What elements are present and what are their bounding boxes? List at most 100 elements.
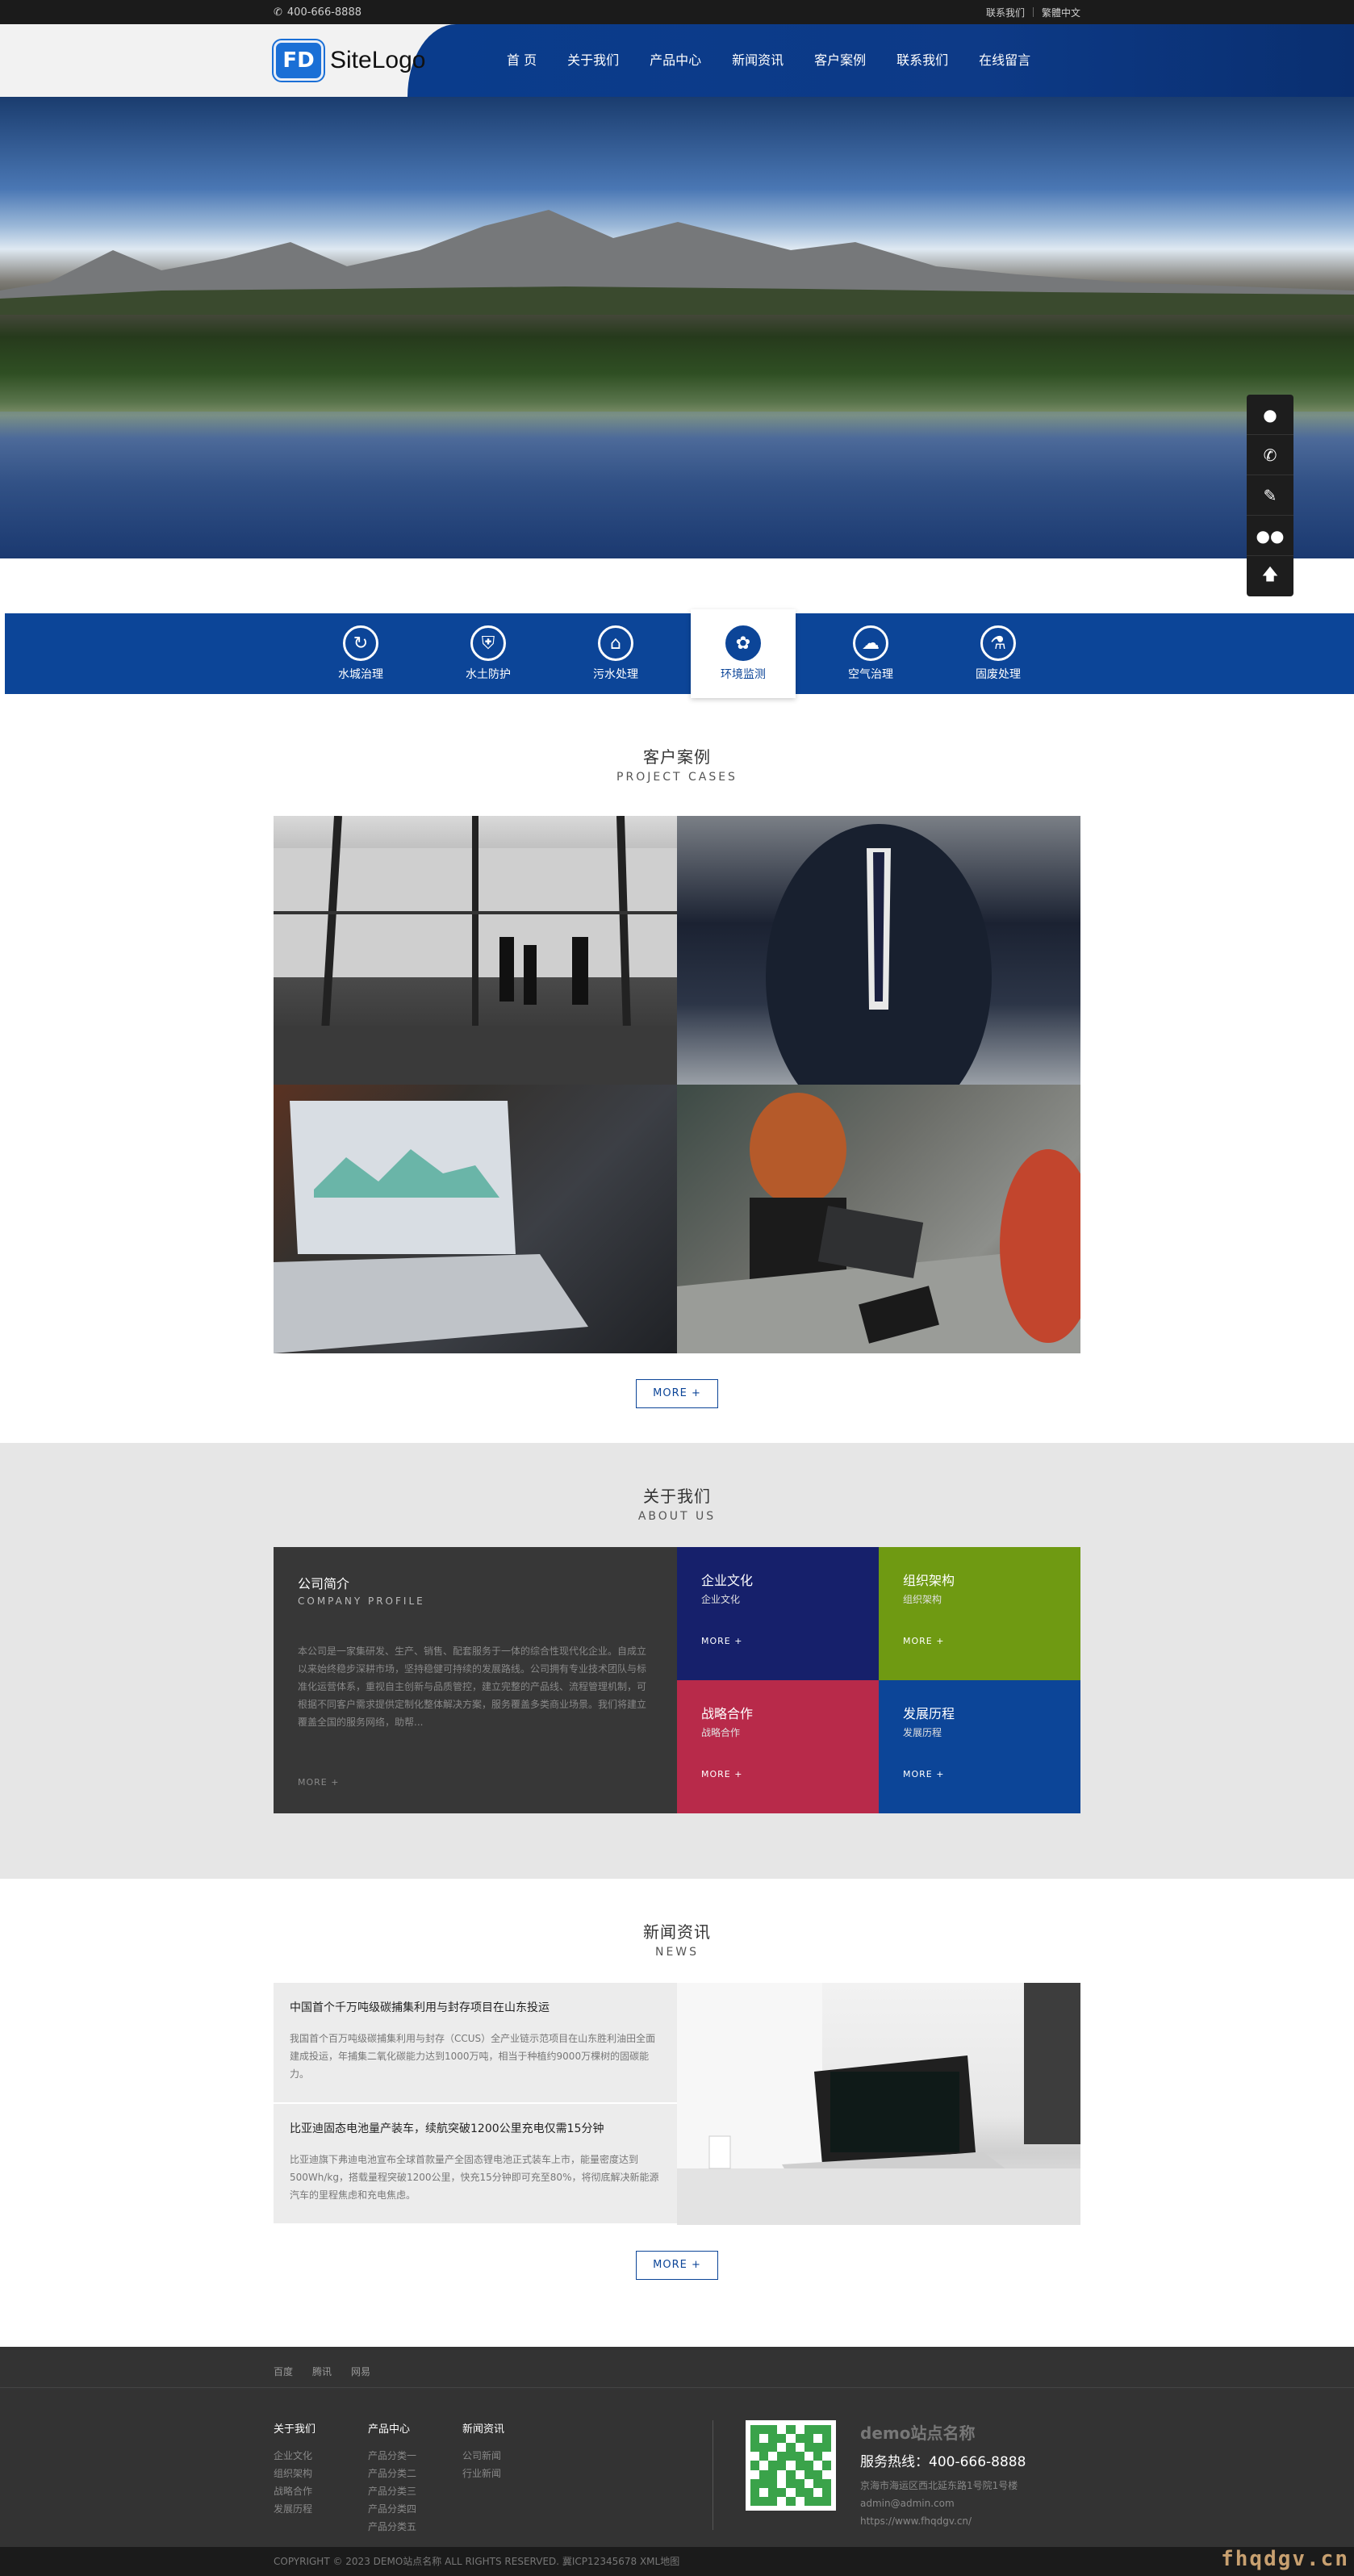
service-label: 空气治理 bbox=[848, 668, 893, 681]
case-image-laptop[interactable] bbox=[274, 1085, 677, 1353]
nav-item-news[interactable]: 新闻资讯 bbox=[717, 24, 799, 97]
friend-link[interactable]: 腾讯 bbox=[312, 2365, 332, 2387]
news-item[interactable]: 中国首个千万吨级碳捕集利用与封存项目在山东投运 我国首个百万吨级碳捕集利用与封存… bbox=[274, 1983, 677, 2104]
tile-organization[interactable]: 组织架构 组织架构 MORE + bbox=[879, 1547, 1080, 1680]
wechat-icon[interactable]: ●● bbox=[1247, 516, 1293, 556]
topbar-phone: ✆ 400-666-8888 bbox=[274, 6, 361, 19]
footer-col-products: 产品中心 产品分类一 产品分类二 产品分类三 产品分类四 产品分类五 bbox=[368, 2420, 462, 2549]
address: 京海市海运区西北延东路1号院1号楼 bbox=[860, 2480, 1018, 2491]
company-profile-card: 公司简介 COMPANY PROFILE 本公司是一家集研发、生产、销售、配套服… bbox=[274, 1547, 677, 1813]
tile-subtitle: 组织架构 bbox=[903, 1594, 942, 1605]
footer-link[interactable]: 产品分类二 bbox=[368, 2465, 462, 2482]
case-image-suit[interactable] bbox=[677, 816, 1080, 1085]
about-grid: 公司简介 COMPANY PROFILE 本公司是一家集研发、生产、销售、配套服… bbox=[274, 1547, 1080, 1813]
section-title-cn: 客户案例 bbox=[643, 747, 711, 767]
service-air[interactable]: ☁ 空气治理 bbox=[818, 613, 923, 694]
friend-links: 百度 腾讯 网易 bbox=[274, 2347, 1080, 2387]
cases-more-button[interactable]: MORE + bbox=[636, 1379, 718, 1408]
shop-payment-picture bbox=[677, 1093, 1080, 1353]
mountain-silhouette bbox=[0, 210, 1354, 315]
footer-link[interactable]: 产品分类四 bbox=[368, 2500, 462, 2518]
tile-strategy[interactable]: 战略合作 战略合作 MORE + bbox=[677, 1680, 879, 1813]
back-to-top-icon[interactable]: 🡅 bbox=[1247, 556, 1293, 596]
tile-more: MORE + bbox=[701, 1769, 743, 1779]
nav-item-contact[interactable]: 联系我们 bbox=[881, 24, 963, 97]
case-image-office[interactable] bbox=[274, 816, 677, 1085]
qq-icon[interactable]: ● bbox=[1247, 395, 1293, 435]
phone-icon[interactable]: ✆ bbox=[1247, 435, 1293, 475]
message-icon[interactable]: ✎ bbox=[1247, 475, 1293, 516]
case-image-payment[interactable] bbox=[677, 1085, 1080, 1353]
service-monitoring[interactable]: ✿ 环境监测 bbox=[691, 609, 796, 698]
nav-item-products[interactable]: 产品中心 bbox=[634, 24, 717, 97]
news-item[interactable]: 比亚迪固态电池量产装车，续航突破1200公里充电仅需15分钟 比亚迪旗下弗迪电池… bbox=[274, 2104, 677, 2225]
footer-link[interactable]: 企业文化 bbox=[274, 2447, 368, 2465]
service-label: 水土防护 bbox=[466, 668, 511, 681]
leaf-icon: ✿ bbox=[725, 625, 761, 661]
footer-link[interactable]: 产品分类一 bbox=[368, 2447, 462, 2465]
watermark: fhqdgv.cn bbox=[1221, 2547, 1349, 2571]
news-more-button[interactable]: MORE + bbox=[636, 2251, 718, 2280]
service-sewage[interactable]: ⌂ 污水处理 bbox=[563, 613, 668, 694]
news-section: 新闻资讯 NEWS 中国首个千万吨级碳捕集利用与封存项目在山东投运 我国首个百万… bbox=[0, 1879, 1354, 2347]
cases-section: 客户案例 PROJECT CASES MORE + bbox=[0, 744, 1354, 1408]
nav-item-message[interactable]: 在线留言 bbox=[963, 24, 1046, 97]
nav-item-cases[interactable]: 客户案例 bbox=[799, 24, 881, 97]
email: admin@admin.com bbox=[860, 2498, 955, 2509]
profile-title: 公司简介 bbox=[298, 1576, 350, 1591]
friend-link[interactable]: 百度 bbox=[274, 2365, 293, 2387]
tile-culture[interactable]: 企业文化 企业文化 MORE + bbox=[677, 1547, 879, 1680]
footer-col-about: 关于我们 企业文化 组织架构 战略合作 发展历程 bbox=[274, 2420, 368, 2549]
section-title-cn: 关于我们 bbox=[643, 1487, 711, 1506]
about-section: 关于我们 ABOUT US 公司简介 COMPANY PROFILE 本公司是一… bbox=[0, 1443, 1354, 1879]
tile-title: 发展历程 bbox=[903, 1706, 955, 1721]
profile-subtitle: COMPANY PROFILE bbox=[298, 1595, 425, 1607]
section-title-en: NEWS bbox=[654, 1946, 700, 1959]
tile-history[interactable]: 发展历程 发展历程 MORE + bbox=[879, 1680, 1080, 1813]
service-water[interactable]: ↻ 水城治理 bbox=[308, 613, 413, 694]
footer-link[interactable]: 行业新闻 bbox=[462, 2465, 729, 2482]
topbar-contact-link[interactable]: 联系我们 bbox=[986, 6, 1025, 19]
footer-link[interactable]: 公司新闻 bbox=[462, 2447, 729, 2465]
nav-item-about[interactable]: 关于我们 bbox=[552, 24, 634, 97]
cases-grid bbox=[274, 816, 1080, 1353]
phone-icon: ✆ bbox=[274, 6, 282, 19]
site-name: demo站点名称 bbox=[860, 2423, 976, 2443]
profile-more-link[interactable]: MORE + bbox=[298, 1777, 339, 1788]
news-grid: 中国首个千万吨级碳捕集利用与封存项目在山东投运 我国首个百万吨级碳捕集利用与封存… bbox=[274, 1983, 1080, 2225]
section-title-cn: 新闻资讯 bbox=[643, 1922, 711, 1942]
site-logo[interactable]: FD SiteLogo bbox=[274, 40, 491, 81]
footer-link[interactable]: 战略合作 bbox=[274, 2482, 368, 2500]
service-bar: ↻ 水城治理 ⛨ 水土防护 ⌂ 污水处理 ✿ 环境监测 ☁ 空气治理 ⚗ 固废处… bbox=[5, 609, 1354, 698]
service-soil[interactable]: ⛨ 水土防护 bbox=[436, 613, 541, 694]
copyright-bar: COPYRIGHT © 2023 DEMO站点名称 ALL RIGHTS RES… bbox=[0, 2547, 1354, 2576]
office-window-picture bbox=[274, 816, 677, 1085]
top-bar: ✆ 400-666-8888 联系我们 繁體中文 bbox=[0, 0, 1354, 24]
wechat-qr-code bbox=[746, 2420, 836, 2511]
tile-subtitle: 企业文化 bbox=[701, 1594, 741, 1605]
footer-col-news: 新闻资讯 公司新闻 行业新闻 bbox=[462, 2420, 729, 2549]
service-waste[interactable]: ⚗ 固废处理 bbox=[946, 613, 1051, 694]
footer-link[interactable]: 产品分类三 bbox=[368, 2482, 462, 2500]
section-title: 新闻资讯 NEWS bbox=[0, 1919, 1354, 1959]
service-label: 污水处理 bbox=[593, 668, 638, 681]
friend-link[interactable]: 网易 bbox=[351, 2365, 370, 2387]
footer-link[interactable]: 发展历程 bbox=[274, 2500, 368, 2518]
section-title-en: PROJECT CASES bbox=[616, 771, 738, 784]
topbar-language-link[interactable]: 繁體中文 bbox=[1042, 6, 1080, 19]
hero-banner bbox=[0, 97, 1354, 558]
footer-link[interactable]: 产品分类五 bbox=[368, 2518, 462, 2536]
news-image bbox=[677, 1983, 1080, 2225]
copyright-text: COPYRIGHT © 2023 DEMO站点名称 ALL RIGHTS RES… bbox=[274, 2556, 680, 2567]
nav-item-home[interactable]: 首 页 bbox=[491, 24, 552, 97]
tile-more: MORE + bbox=[903, 1636, 945, 1646]
news-list: 中国首个千万吨级碳捕集利用与封存项目在山东投运 我国首个百万吨级碳捕集利用与封存… bbox=[274, 1983, 677, 2225]
footer-link[interactable]: 组织架构 bbox=[274, 2465, 368, 2482]
water-icon: ↻ bbox=[343, 625, 378, 661]
service-label: 固废处理 bbox=[976, 668, 1021, 681]
laptop-dashboard-picture bbox=[274, 1101, 588, 1353]
tile-title: 企业文化 bbox=[701, 1573, 754, 1588]
flask-icon: ⚗ bbox=[980, 625, 1016, 661]
about-tiles: 企业文化 企业文化 MORE + 组织架构 组织架构 MORE + 战略合作 战… bbox=[677, 1547, 1080, 1813]
section-title-en: ABOUT US bbox=[637, 1510, 717, 1523]
